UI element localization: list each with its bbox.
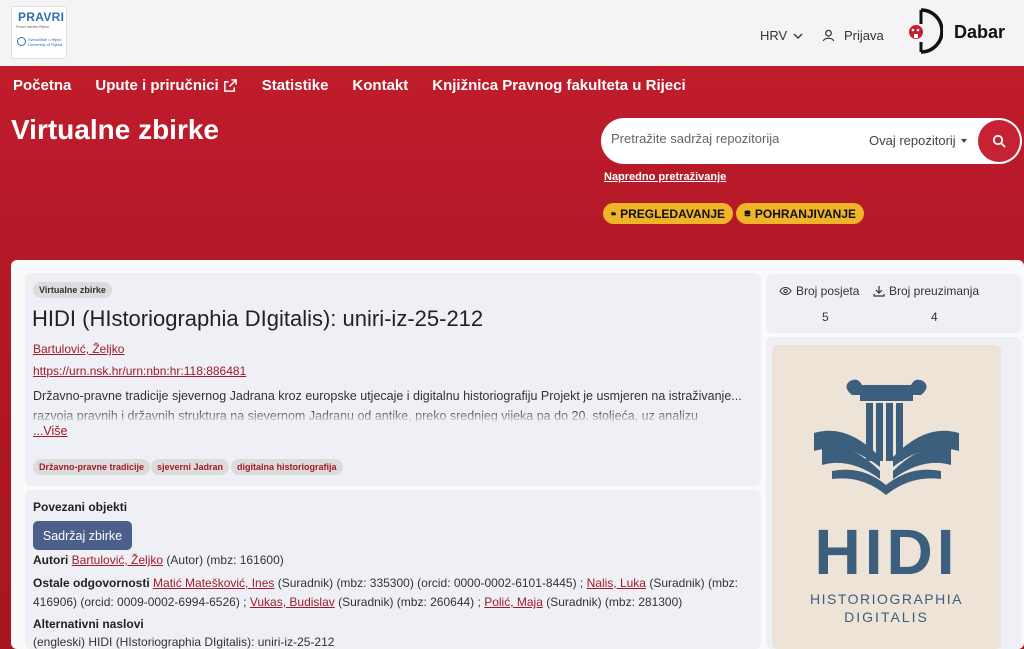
dabar-logo-icon[interactable]: [905, 6, 943, 56]
thumbnail-subtitle: HISTORIOGRAPHIA: [810, 591, 963, 607]
main-nav: Početna Upute i priručnici Statistike Ko…: [13, 77, 686, 94]
contributor-link[interactable]: Nalis, Luka: [587, 576, 646, 590]
search-input[interactable]: [611, 131, 851, 146]
abstract-line: Državno-pravne tradicije sjevernog Jadra…: [33, 389, 742, 403]
record-title: HIDI (HIstoriographia DIgitalis): uniri-…: [32, 306, 484, 331]
nav-guides-label: Upute i priručnici: [95, 77, 219, 94]
keyword-tag[interactable]: sjeverni Jadran: [151, 459, 230, 475]
browse-label: PREGLEDAVANJE: [620, 206, 725, 221]
deposit-label: POHRANJIVANJE: [754, 206, 856, 221]
author-link[interactable]: Bartulović, Željko: [72, 553, 163, 567]
logo-subtitle: Pravni fakultet Rijeka: [16, 25, 49, 29]
author-details: (Autor) (mbz: 161600): [166, 553, 284, 567]
downloads-count: 4: [931, 310, 938, 324]
pravri-logo[interactable]: PRAVRI Pravni fakultet Rijeka Sveučilišt…: [11, 6, 67, 59]
brand-name: Dabar: [954, 22, 1006, 42]
contributor-details: (Suradnik) (mbz: 281300): [546, 595, 683, 609]
page-title: Virtualne zbirke: [11, 114, 220, 145]
downloads-stat: Broj preuzimanja: [873, 284, 979, 298]
search-button[interactable]: [978, 120, 1020, 162]
search-scope-dropdown[interactable]: Ovaj repozitorij: [869, 133, 968, 148]
linked-objects-heading: Povezani objekti: [33, 500, 128, 514]
language-label: HRV: [760, 28, 788, 43]
collection-content-button[interactable]: Sadržaj zbirke: [33, 521, 132, 550]
abstract-fade: [33, 410, 753, 422]
user-icon: [822, 29, 835, 42]
stats-card: [766, 274, 1021, 333]
nav-contact[interactable]: Kontakt: [352, 77, 408, 94]
deposit-button[interactable]: POHRANJIVANJE: [736, 203, 864, 224]
other-responsibilities-label: Ostale odgovornosti: [33, 576, 150, 590]
thumbnail-subtitle: DIGITALIS: [844, 609, 929, 625]
chevron-down-icon: [793, 33, 803, 39]
alternative-title-value: (engleski) HIDI (HIstoriographia DIgital…: [33, 635, 335, 649]
record-card: [25, 273, 761, 486]
other-responsibilities-row-cont: 416906) (orcid: 0009-0002-6994-6526) ; V…: [33, 595, 682, 609]
visits-count: 5: [822, 310, 829, 324]
external-link-icon: [223, 79, 237, 92]
contributor-details: (Suradnik) (mbz:: [649, 576, 739, 590]
alternative-titles-label: Alternativni naslovi: [33, 617, 144, 631]
column-book-icon: [814, 379, 959, 495]
visits-label: Broj posjeta: [796, 284, 860, 298]
contributor-details: 416906) (orcid: 0009-0002-6994-6526) ;: [33, 595, 247, 609]
urn-link[interactable]: https://urn.nsk.hr/urn:nbn:hr:118:886481: [33, 364, 246, 378]
other-responsibilities-row: Ostale odgovornosti Matić Matešković, In…: [33, 576, 738, 590]
search-icon: [992, 134, 1006, 148]
keyword-tag[interactable]: digitalna historiografija: [231, 459, 343, 475]
nav-statistics[interactable]: Statistike: [262, 77, 329, 94]
contributor-link[interactable]: Matić Matešković, Ines: [153, 576, 274, 590]
downloads-label: Broj preuzimanja: [889, 284, 980, 298]
login-link[interactable]: Prijava: [822, 28, 884, 43]
language-selector[interactable]: HRV: [760, 28, 803, 43]
contributor-details: (Suradnik) (mbz: 335300) (orcid: 0000-00…: [277, 576, 584, 590]
eye-icon: [779, 287, 792, 295]
type-badge: Virtualne zbirke: [33, 282, 112, 298]
author-link[interactable]: Bartulović, Željko: [33, 342, 124, 356]
logo-university: Sveučilište u Rijeci University of Rijek…: [28, 37, 63, 47]
collection-thumbnail[interactable]: HIDI HISTORIOGRAPHIA DIGITALIS: [772, 345, 1001, 649]
download-icon: [873, 286, 885, 297]
search-scope-label: Ovaj repozitorij: [869, 133, 956, 148]
contributor-details: (Suradnik) (mbz: 260644) ;: [338, 595, 481, 609]
authors-row: Autori Bartulović, Željko (Autor) (mbz: …: [33, 553, 284, 567]
visits-stat: Broj posjeta: [779, 284, 859, 298]
search-bar: Ovaj repozitorij: [601, 118, 1022, 164]
keyword-tag[interactable]: Državno-pravne tradicije: [33, 459, 151, 475]
university-seal-icon: [17, 37, 26, 46]
contributor-link[interactable]: Polić, Maja: [484, 595, 543, 609]
browse-button[interactable]: PREGLEDAVANJE: [603, 203, 733, 224]
thumbnail-title: HIDI: [814, 516, 959, 588]
folder-icon: [611, 212, 616, 216]
database-icon: [744, 210, 751, 217]
caret-down-icon: [960, 138, 967, 143]
login-label: Prijava: [844, 28, 884, 43]
read-more-link[interactable]: ...Više: [33, 424, 68, 438]
nav-guides[interactable]: Upute i priručnici: [95, 77, 237, 94]
authors-label: Autori: [33, 553, 69, 567]
nav-library[interactable]: Knjižnica Pravnog fakulteta u Rijeci: [432, 77, 685, 94]
contributor-link[interactable]: Vukas, Budislav: [250, 595, 335, 609]
advanced-search-link[interactable]: Napredno pretraživanje: [604, 171, 726, 183]
logo-title: PRAVRI: [18, 10, 65, 24]
nav-home[interactable]: Početna: [13, 77, 71, 94]
